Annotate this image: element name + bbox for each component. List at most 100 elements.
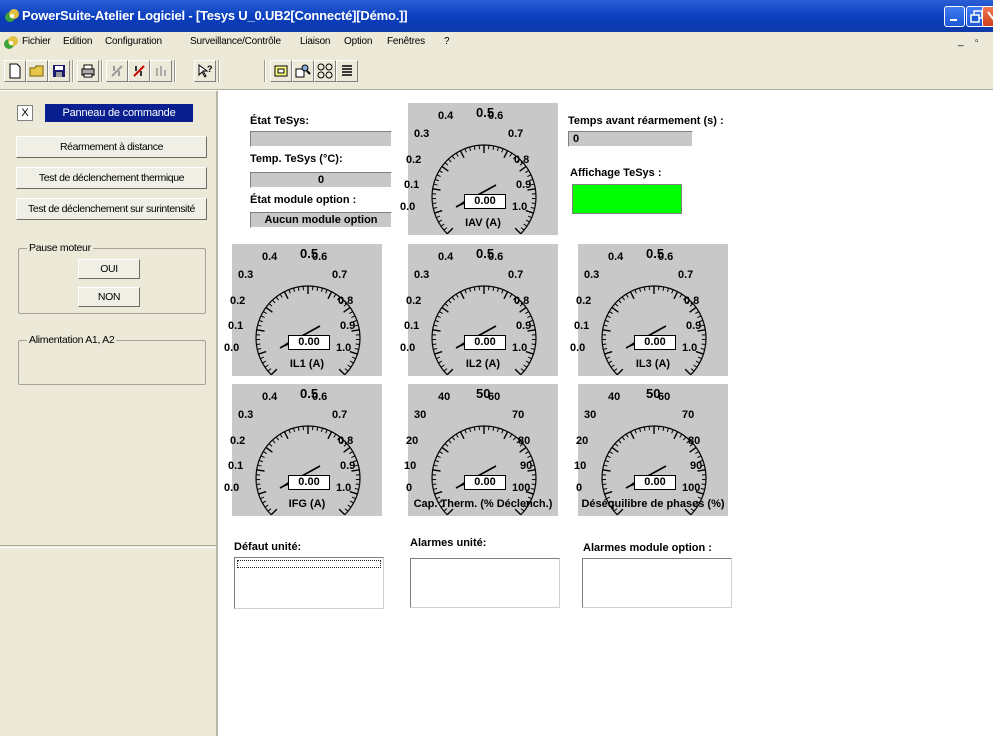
gauge-minor-tick (433, 464, 438, 467)
gauge-minor-tick (527, 174, 532, 178)
alarmes-unite-list[interactable] (410, 558, 560, 608)
gauge-minor-tick (275, 296, 279, 301)
gauge-minor-tick (448, 299, 452, 304)
mdi-restore-button[interactable]: ▫ (975, 36, 979, 47)
gauge-tick-label: 80 (518, 435, 531, 447)
gauge-tick-label: 0.2 (230, 295, 246, 307)
menu-help[interactable]: ? (444, 36, 450, 47)
minimize-button[interactable] (944, 6, 965, 27)
gauge-minor-tick (671, 429, 674, 434)
gauge-minor-tick (603, 464, 608, 467)
gauge-tick-label: 0.4 (438, 110, 454, 122)
menu-option[interactable]: Option (344, 36, 372, 47)
new-button[interactable] (4, 60, 26, 82)
gauge-tick-label: 40 (608, 391, 621, 403)
gauge-tick-label: 100 (512, 482, 531, 494)
toolbar-separator (218, 60, 220, 82)
gauge-minor-tick (354, 347, 359, 350)
gauge-major-tick (343, 446, 351, 453)
gauge-tick-label: 20 (406, 435, 419, 447)
pane-splitter[interactable] (0, 545, 216, 548)
gauge-minor-tick (432, 343, 437, 346)
menu-liaison[interactable]: Liaison (300, 36, 330, 47)
temp-tesys-value: 0 (250, 172, 392, 188)
disconnect-button[interactable] (128, 60, 150, 82)
gauge-tick-label: 0.3 (414, 128, 430, 140)
gauge-minor-tick (473, 286, 476, 291)
view-list-button[interactable] (336, 60, 358, 82)
gauge-tick-label: 0.6 (658, 251, 674, 263)
gauge-minor-tick (527, 455, 532, 459)
open-button[interactable] (26, 60, 48, 82)
view-dials-button[interactable] (314, 60, 336, 82)
gauge-major-tick (689, 306, 697, 313)
thermal-trip-test-button[interactable]: Test de déclenchement thermique (16, 167, 207, 189)
menu-fenetres[interactable]: Fenêtres (387, 36, 425, 47)
gauge-major-tick (434, 490, 443, 495)
gauge-name: IAV (A) (465, 217, 501, 229)
gauge-dial (255, 425, 361, 516)
gauge-tick-label: 0.2 (406, 295, 422, 307)
gauge-minor-tick (509, 293, 513, 298)
overcurrent-trip-test-button[interactable]: Test de déclenchement sur surintensité (16, 198, 207, 220)
menu-surveillance[interactable]: Surveillance/Contrôle (190, 36, 281, 47)
menu-edition[interactable]: Edition (63, 36, 92, 47)
pause-non-button[interactable]: NON (78, 287, 140, 307)
gauge-major-tick (258, 490, 267, 495)
gauge-tick-label: 0.1 (404, 320, 420, 332)
menu-configuration[interactable]: Configuration (105, 36, 162, 47)
panel-close-button[interactable]: X (17, 105, 33, 121)
gauge-minor-tick (325, 429, 328, 434)
view-panel-button[interactable] (270, 60, 292, 82)
pause-oui-button[interactable]: OUI (78, 259, 140, 279)
gauge-major-tick (283, 431, 289, 440)
window-title: PowerSuite-Atelier Logiciel - [Tesys U_0… (22, 8, 408, 23)
gauge-minor-tick (700, 347, 705, 350)
monitoring-area: État TeSys: Temp. TeSys (°C): 0 État mod… (218, 91, 993, 736)
gauge-minor-tick (492, 286, 495, 291)
transfer-button[interactable] (150, 60, 172, 82)
selected-list-row[interactable] (237, 560, 381, 568)
module-state-value: Aucun module option (250, 212, 392, 228)
help-button[interactable]: ? (194, 60, 216, 82)
gauge-tick-label: 0.2 (406, 154, 422, 166)
gauge-minor-tick (288, 429, 291, 434)
gauge-minor-tick (625, 433, 629, 438)
gauge-minor-tick (272, 299, 276, 304)
disconnect-icon (133, 65, 145, 77)
gauge-minor-tick (448, 439, 452, 444)
gauge-value: 0.00 (634, 335, 676, 350)
gauge-tick-label: 40 (438, 391, 451, 403)
toolbar-separator (174, 60, 176, 82)
gauge-major-tick (327, 431, 333, 440)
gauge-minor-tick (469, 427, 472, 433)
connect-button[interactable] (106, 60, 128, 82)
gauge-minor-tick (256, 343, 261, 346)
mdi-minimize-button[interactable]: _ (958, 36, 964, 47)
module-alarm-list[interactable] (582, 558, 732, 608)
gauge-dial (431, 144, 537, 235)
gauge-tick-label: 0.4 (262, 391, 278, 403)
gauge-tick-label: 0.9 (516, 179, 532, 191)
close-window-button[interactable] (982, 6, 993, 27)
print-button[interactable] (77, 60, 99, 82)
gauge-major-tick (604, 350, 613, 355)
gauge-dial (431, 285, 537, 376)
gauge-minor-tick (683, 436, 687, 441)
defaut-unite-list[interactable] (234, 557, 384, 609)
gauge-minor-tick (279, 433, 283, 438)
gauge-minor-tick (433, 324, 438, 327)
gauge-minor-tick (258, 319, 264, 323)
gauge-minor-tick (448, 158, 452, 163)
gauge-tick-label: 0.0 (224, 482, 240, 494)
save-button[interactable] (48, 60, 70, 82)
remote-reset-button[interactable]: Réarmement à distance (16, 136, 207, 158)
gauge-minor-tick (355, 343, 360, 346)
view-zoom-button[interactable] (292, 60, 314, 82)
gauge-tick-label: 80 (688, 435, 701, 447)
gauge-tick-label: 0.3 (414, 269, 430, 281)
gauge-minor-tick (320, 427, 323, 433)
gauge-minor-tick (333, 293, 337, 298)
menu-fichier[interactable]: Fichier (22, 36, 51, 47)
gauge-tick-label: 0.4 (262, 251, 278, 263)
